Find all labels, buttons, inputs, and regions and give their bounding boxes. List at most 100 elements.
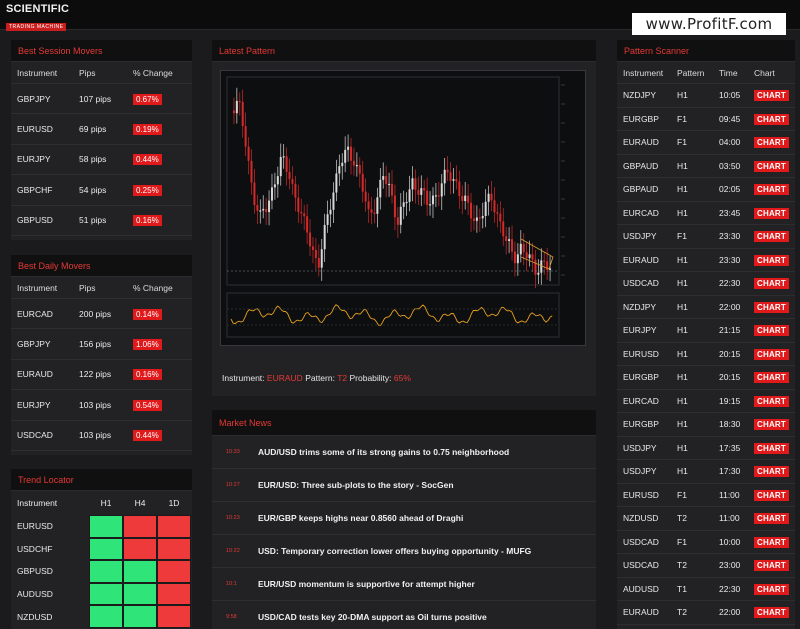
table-row[interactable]: EURJPY 58 pips 0.44% xyxy=(11,145,192,176)
chart-button[interactable]: CHART xyxy=(754,513,789,525)
header-change: % Change xyxy=(133,282,173,293)
news-item[interactable]: 10:22 USD: Temporary correction lower off… xyxy=(212,535,596,568)
scientific-trading-machine-logo[interactable]: SCIENTIFIC TRADING MACHINE xyxy=(6,4,72,31)
news-headline-link[interactable]: AUD/USD trims some of its strong gains t… xyxy=(258,447,509,457)
scanner-row[interactable]: NZDUSD T2 11:00 CHART xyxy=(617,507,795,531)
chart-button[interactable]: CHART xyxy=(754,254,789,266)
scanner-instrument: EURCAD xyxy=(623,207,659,218)
candle-body xyxy=(417,189,420,195)
scanner-row[interactable]: EURAUD H1 23:30 CHART xyxy=(617,249,795,272)
chart-button[interactable]: CHART xyxy=(754,160,789,172)
chart-button[interactable]: CHART xyxy=(754,466,789,478)
candle-body xyxy=(458,181,461,196)
scanner-row[interactable]: EURAUD F1 04:00 CHART xyxy=(617,131,795,155)
candle-body xyxy=(414,178,417,190)
table-row[interactable]: GBPCHF 54 pips 0.25% xyxy=(11,175,192,206)
logo-line2: TRADING MACHINE xyxy=(6,23,67,31)
chart-button[interactable]: CHART xyxy=(754,90,789,102)
instrument-cell: EURCAD xyxy=(17,308,53,319)
news-item[interactable]: 10:1 EUR/USD momentum is supportive for a… xyxy=(212,568,596,601)
news-headline-link[interactable]: USD/CAD tests key 20-DMA support as Oil … xyxy=(258,612,487,622)
trend-row: GBPUSD xyxy=(11,560,192,583)
candle-body xyxy=(373,212,376,214)
table-row[interactable]: USDCAD 103 pips 0.44% xyxy=(11,421,192,451)
scanner-row[interactable]: EURUSD F1 11:00 CHART xyxy=(617,484,795,507)
table-row[interactable]: EURJPY 103 pips 0.54% xyxy=(11,390,192,421)
scanner-pattern: H1 xyxy=(677,301,688,312)
chart-button[interactable]: CHART xyxy=(754,231,789,243)
header-instrument: Instrument xyxy=(17,282,58,293)
table-row[interactable]: GBPJPY 156 pips 1.06% xyxy=(11,329,192,360)
chart-button[interactable]: CHART xyxy=(754,419,789,431)
candle-body xyxy=(402,202,405,207)
daily-movers-panel: Best Daily Movers Instrument Pips % Chan… xyxy=(11,255,192,455)
change-cell: 0.19% xyxy=(127,124,162,136)
scanner-row[interactable]: EURJPY H1 21:15 CHART xyxy=(617,319,795,343)
chart-button[interactable]: CHART xyxy=(754,607,789,619)
scanner-row[interactable]: EURGBP H1 18:30 CHART xyxy=(617,413,795,437)
news-item[interactable]: 10:27 EUR/USD: Three sub-plots to the sto… xyxy=(212,469,596,502)
pips-cell: 156 pips xyxy=(79,339,112,350)
chart-button[interactable]: CHART xyxy=(754,536,789,548)
pattern-chart[interactable] xyxy=(220,70,586,346)
scanner-pattern: F1 xyxy=(677,489,687,500)
table-row[interactable]: EURCAD 200 pips 0.14% xyxy=(11,299,192,330)
chart-button[interactable]: CHART xyxy=(754,372,789,384)
news-item[interactable]: 10:23 EUR/GBP keeps highs near 0.8560 ahe… xyxy=(212,502,596,535)
chart-button[interactable]: CHART xyxy=(754,489,789,501)
scanner-pattern: T2 xyxy=(677,513,687,524)
news-headline-link[interactable]: EUR/USD: Three sub-plots to the story - … xyxy=(258,480,454,490)
chart-button[interactable]: CHART xyxy=(754,325,789,337)
scanner-row[interactable]: EURGBP F1 09:45 CHART xyxy=(617,108,795,131)
table-row[interactable]: EURUSD 69 pips 0.19% xyxy=(11,114,192,145)
chart-cell: CHART xyxy=(752,231,792,243)
scanner-row[interactable]: EURAUD T2 22:00 CHART xyxy=(617,601,795,625)
chart-button[interactable]: CHART xyxy=(754,583,789,595)
chart-button[interactable]: CHART xyxy=(754,560,789,572)
change-badge: 0.54% xyxy=(133,399,162,411)
table-row[interactable]: GBPJPY 107 pips 0.67% xyxy=(11,84,192,115)
news-headline-link[interactable]: USD: Temporary correction lower offers b… xyxy=(258,546,531,556)
table-row[interactable]: GBPUSD 51 pips 0.16% xyxy=(11,206,192,236)
chart-cell: CHART xyxy=(752,254,792,266)
chart-button[interactable]: CHART xyxy=(754,207,789,219)
candle-body xyxy=(467,195,470,203)
header-pips: Pips xyxy=(79,282,96,293)
scanner-row[interactable]: USDCAD H1 22:30 CHART xyxy=(617,272,795,296)
scanner-row[interactable]: AUDUSD T1 22:30 CHART xyxy=(617,578,795,601)
trend-locator-panel: Trend Locator Instrument H1 H4 1D EURUSD… xyxy=(11,469,192,629)
chart-button[interactable]: CHART xyxy=(754,348,789,360)
chart-button[interactable]: CHART xyxy=(754,184,789,196)
change-cell: 0.54% xyxy=(127,399,162,411)
scanner-row[interactable]: USDCAD F1 10:00 CHART xyxy=(617,531,795,554)
scanner-row[interactable]: USDJPY H1 17:35 CHART xyxy=(617,437,795,460)
chart-button[interactable]: CHART xyxy=(754,113,789,125)
header-1d: 1D xyxy=(168,498,180,508)
news-headline-link[interactable]: EUR/GBP keeps highs near 0.8560 ahead of… xyxy=(258,513,463,523)
chart-button[interactable]: CHART xyxy=(754,442,789,454)
pips-cell: 122 pips xyxy=(79,369,112,380)
scanner-row[interactable]: USDJPY F1 23:30 CHART xyxy=(617,225,795,249)
market-news-panel: Market News 10:33 AUD/USD trims some of i… xyxy=(212,410,596,629)
scanner-row[interactable]: USDJPY H1 17:30 CHART xyxy=(617,460,795,484)
scanner-row[interactable]: NZDJPY H1 22:00 CHART xyxy=(617,296,795,319)
news-headline-link[interactable]: EUR/USD momentum is supportive for attem… xyxy=(258,579,475,589)
news-item[interactable]: 9:58 USD/CAD tests key 20-DMA support as … xyxy=(212,601,596,629)
chart-button[interactable]: CHART xyxy=(754,278,789,290)
table-row[interactable]: EURAUD 122 pips 0.16% xyxy=(11,360,192,391)
scanner-row[interactable]: EURGBP H1 20:15 CHART xyxy=(617,366,795,390)
scanner-row[interactable]: USDCAD T2 23:00 CHART xyxy=(617,554,795,578)
scanner-row[interactable]: GBPAUD H1 02:05 CHART xyxy=(617,178,795,202)
candle-body xyxy=(516,254,519,264)
scanner-row[interactable]: EURCAD H1 19:15 CHART xyxy=(617,390,795,413)
instrument-cell: EURUSD xyxy=(17,124,53,135)
news-item[interactable]: 10:33 AUD/USD trims some of its strong ga… xyxy=(212,436,596,469)
scanner-row[interactable]: NZDJPY H1 10:05 CHART xyxy=(617,84,795,108)
scanner-row[interactable]: EURCAD H1 23:45 CHART xyxy=(617,202,795,225)
scanner-row[interactable]: EURUSD H1 20:15 CHART xyxy=(617,343,795,366)
candle-body xyxy=(534,259,537,275)
scanner-row[interactable]: GBPAUD H1 03:50 CHART xyxy=(617,155,795,178)
chart-button[interactable]: CHART xyxy=(754,137,789,149)
chart-button[interactable]: CHART xyxy=(754,301,789,313)
chart-button[interactable]: CHART xyxy=(754,395,789,407)
